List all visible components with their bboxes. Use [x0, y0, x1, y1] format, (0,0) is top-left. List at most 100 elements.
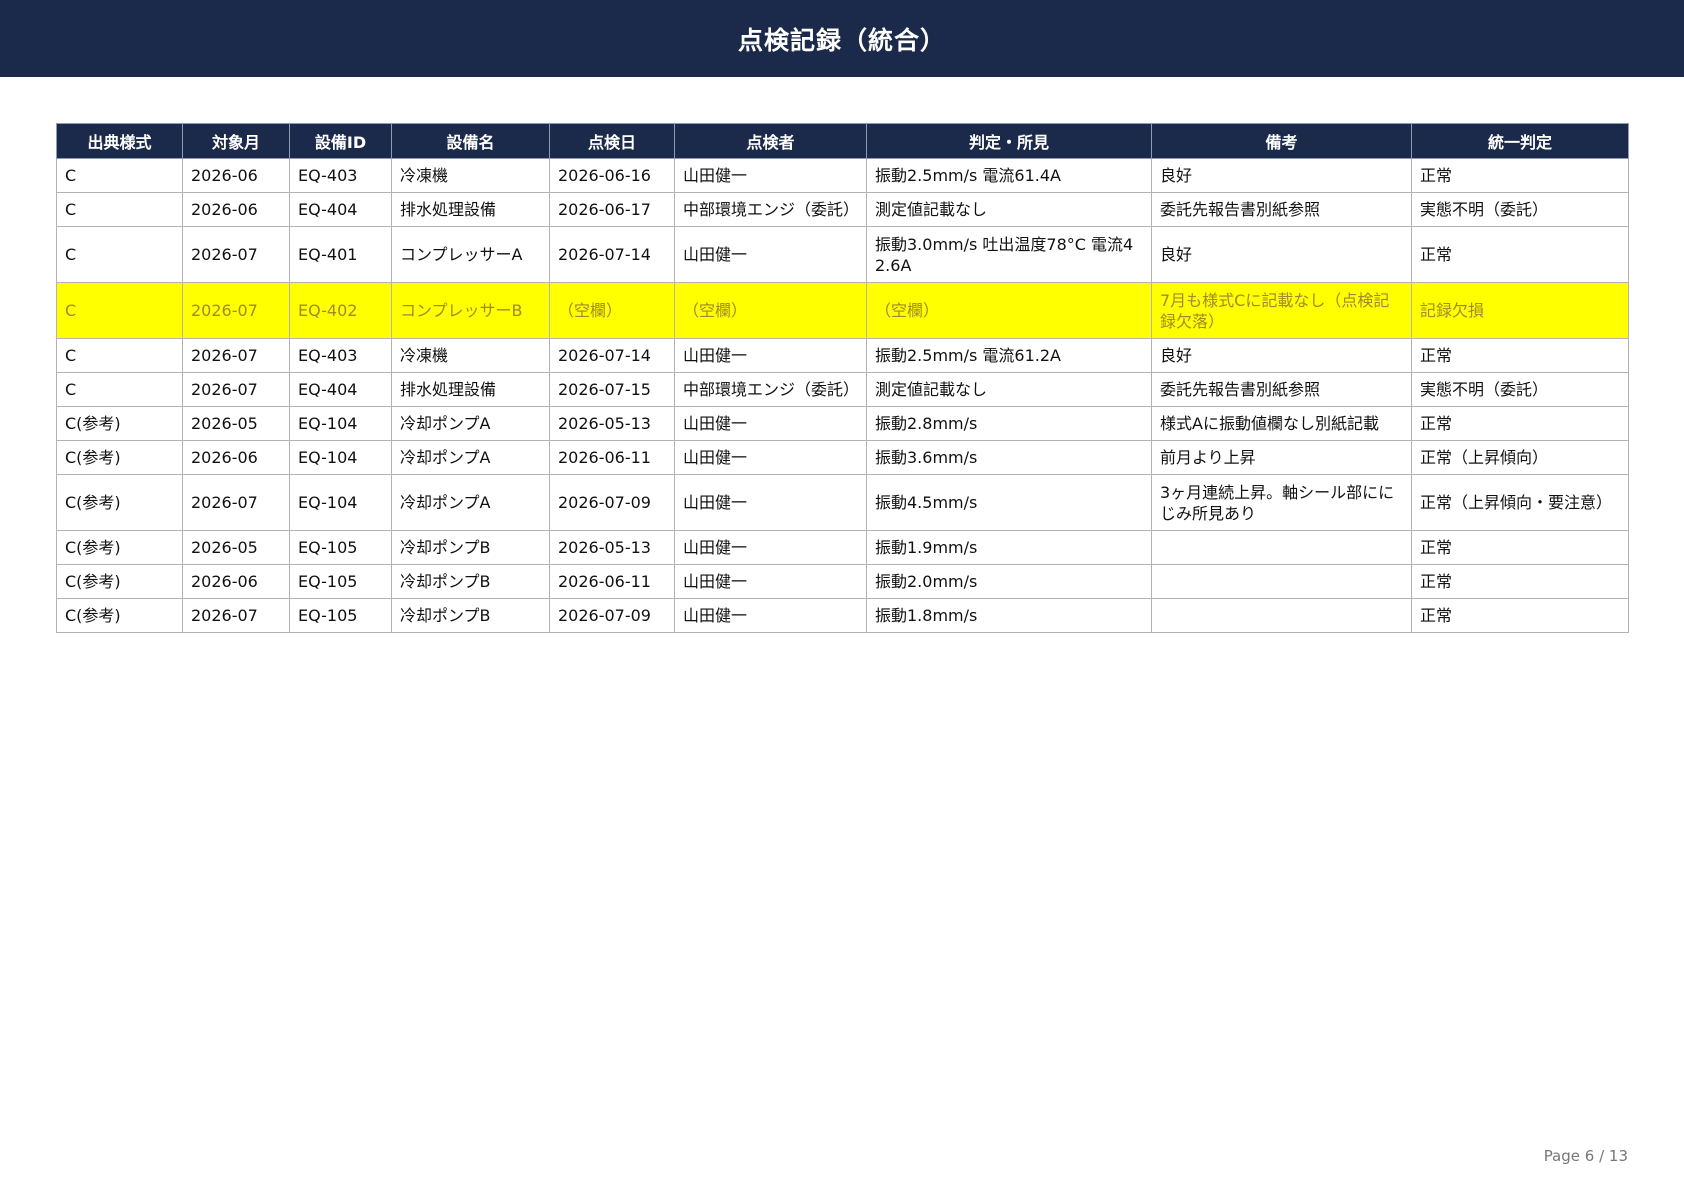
cell-equipment-name: 冷却ポンプB — [391, 598, 550, 633]
cell-equipment-name: 冷却ポンプA — [391, 406, 550, 441]
page-header-banner: 点検記録（統合） — [0, 0, 1684, 77]
cell-source-form: C(参考) — [56, 598, 183, 633]
table-row: C 2026-07 EQ-403 冷凍機 2026-07-14 山田健一 振動2.5mm/s… — [56, 338, 1629, 373]
cell-inspection-date: 2026-05-13 — [549, 530, 675, 565]
cell-inspector: 中部環境エンジ（委託） — [674, 192, 867, 227]
cell-judgement-findings: （空欄） — [866, 282, 1152, 339]
cell-inspector: 中部環境エンジ（委託） — [674, 372, 867, 407]
header-source-form: 出典様式 — [56, 123, 183, 159]
cell-unified-judgement: 正常 — [1411, 226, 1629, 283]
cell-inspector: 山田健一 — [674, 226, 867, 283]
header-equipment-name: 設備名 — [391, 123, 550, 159]
cell-judgement-findings: 振動4.5mm/s — [866, 474, 1152, 531]
cell-equipment-name: 冷却ポンプA — [391, 440, 550, 475]
header-inspection-date: 点検日 — [549, 123, 675, 159]
cell-equipment-name: 排水処理設備 — [391, 372, 550, 407]
cell-remarks: 7月も様式Cに記載なし（点検記録欠落） — [1151, 282, 1412, 339]
table-row: C(参考) 2026-07 EQ-104 冷却ポンプA 2026-07-09 山田健一 振動… — [56, 474, 1629, 531]
cell-unified-judgement: 実態不明（委託） — [1411, 372, 1629, 407]
cell-inspector: 山田健一 — [674, 440, 867, 475]
cell-inspection-date: 2026-07-09 — [549, 474, 675, 531]
cell-judgement-findings: 振動1.9mm/s — [866, 530, 1152, 565]
cell-unified-judgement: 正常 — [1411, 530, 1629, 565]
cell-equipment-id: EQ-105 — [289, 598, 392, 633]
cell-equipment-name: 冷凍機 — [391, 338, 550, 373]
cell-equipment-id: EQ-404 — [289, 372, 392, 407]
cell-source-form: C — [56, 192, 183, 227]
header-judgement-findings: 判定・所見 — [866, 123, 1152, 159]
cell-unified-judgement: 正常 — [1411, 338, 1629, 373]
cell-unified-judgement: 正常（上昇傾向） — [1411, 440, 1629, 475]
cell-remarks: 委託先報告書別紙参照 — [1151, 372, 1412, 407]
cell-target-month: 2026-06 — [182, 440, 290, 475]
cell-source-form: C(参考) — [56, 440, 183, 475]
cell-equipment-id: EQ-104 — [289, 440, 392, 475]
cell-remarks: 3ヶ月連続上昇。軸シール部ににじみ所見あり — [1151, 474, 1412, 531]
table-row: C 2026-07 EQ-401 コンプレッサーA 2026-07-14 山田健一 振動3.… — [56, 226, 1629, 283]
table-row: C(参考) 2026-05 EQ-104 冷却ポンプA 2026-05-13 山田健一 振動… — [56, 406, 1629, 441]
cell-unified-judgement: 正常 — [1411, 564, 1629, 599]
cell-inspector: 山田健一 — [674, 598, 867, 633]
cell-target-month: 2026-07 — [182, 226, 290, 283]
cell-judgement-findings: 振動3.6mm/s — [866, 440, 1152, 475]
cell-remarks: 様式Aに振動値欄なし別紙記載 — [1151, 406, 1412, 441]
table-row: C(参考) 2026-06 EQ-105 冷却ポンプB 2026-06-11 山田健一 振動… — [56, 564, 1629, 599]
cell-unified-judgement: 実態不明（委託） — [1411, 192, 1629, 227]
cell-target-month: 2026-07 — [182, 474, 290, 531]
cell-target-month: 2026-06 — [182, 564, 290, 599]
cell-source-form: C — [56, 226, 183, 283]
cell-equipment-name: 冷却ポンプB — [391, 530, 550, 565]
header-unified-judgement: 統一判定 — [1411, 123, 1629, 159]
cell-equipment-name: 冷凍機 — [391, 158, 550, 193]
cell-equipment-name: コンプレッサーA — [391, 226, 550, 283]
table-row: C 2026-06 EQ-403 冷凍機 2026-06-16 山田健一 振動2.5mm/s… — [56, 158, 1629, 193]
cell-judgement-findings: 振動3.0mm/s 吐出温度78°C 電流42.6A — [866, 226, 1152, 283]
cell-source-form: C(参考) — [56, 564, 183, 599]
header-inspector: 点検者 — [674, 123, 867, 159]
page-number: Page 6 / 13 — [1543, 1147, 1628, 1165]
cell-inspection-date: 2026-05-13 — [549, 406, 675, 441]
cell-remarks: 良好 — [1151, 338, 1412, 373]
cell-source-form: C — [56, 338, 183, 373]
cell-equipment-id: EQ-104 — [289, 406, 392, 441]
cell-remarks: 良好 — [1151, 226, 1412, 283]
cell-unified-judgement: 正常 — [1411, 598, 1629, 633]
cell-target-month: 2026-05 — [182, 406, 290, 441]
cell-judgement-findings: 測定値記載なし — [866, 192, 1152, 227]
cell-inspector: 山田健一 — [674, 158, 867, 193]
cell-judgement-findings: 測定値記載なし — [866, 372, 1152, 407]
table-body: C 2026-06 EQ-403 冷凍機 2026-06-16 山田健一 振動2.5mm/s… — [56, 158, 1629, 633]
cell-source-form: C — [56, 158, 183, 193]
cell-equipment-id: EQ-105 — [289, 530, 392, 565]
cell-source-form: C — [56, 372, 183, 407]
cell-equipment-id: EQ-104 — [289, 474, 392, 531]
cell-inspector: （空欄） — [674, 282, 867, 339]
header-target-month: 対象月 — [182, 123, 290, 159]
cell-target-month: 2026-06 — [182, 158, 290, 193]
cell-target-month: 2026-07 — [182, 372, 290, 407]
cell-judgement-findings: 振動1.8mm/s — [866, 598, 1152, 633]
cell-inspection-date: 2026-07-14 — [549, 338, 675, 373]
header-equipment-id: 設備ID — [289, 123, 392, 159]
cell-inspection-date: 2026-06-16 — [549, 158, 675, 193]
cell-equipment-name: 排水処理設備 — [391, 192, 550, 227]
cell-inspector: 山田健一 — [674, 530, 867, 565]
cell-unified-judgement: 正常（上昇傾向・要注意） — [1411, 474, 1629, 531]
cell-equipment-id: EQ-403 — [289, 338, 392, 373]
inspection-records-table: 出典様式 対象月 設備ID 設備名 点検日 点検者 判定・所見 備考 統一判定 … — [56, 123, 1629, 633]
cell-equipment-id: EQ-404 — [289, 192, 392, 227]
cell-inspection-date: 2026-07-15 — [549, 372, 675, 407]
cell-target-month: 2026-07 — [182, 282, 290, 339]
cell-remarks — [1151, 530, 1412, 565]
table-row: C(参考) 2026-05 EQ-105 冷却ポンプB 2026-05-13 山田健一 振動… — [56, 530, 1629, 565]
cell-inspection-date: 2026-06-11 — [549, 564, 675, 599]
cell-judgement-findings: 振動2.0mm/s — [866, 564, 1152, 599]
cell-inspection-date: 2026-07-09 — [549, 598, 675, 633]
cell-equipment-name: コンプレッサーB — [391, 282, 550, 339]
cell-equipment-name: 冷却ポンプB — [391, 564, 550, 599]
cell-inspection-date: 2026-06-11 — [549, 440, 675, 475]
cell-equipment-id: EQ-105 — [289, 564, 392, 599]
cell-inspection-date: 2026-07-14 — [549, 226, 675, 283]
cell-target-month: 2026-07 — [182, 598, 290, 633]
cell-remarks: 前月より上昇 — [1151, 440, 1412, 475]
